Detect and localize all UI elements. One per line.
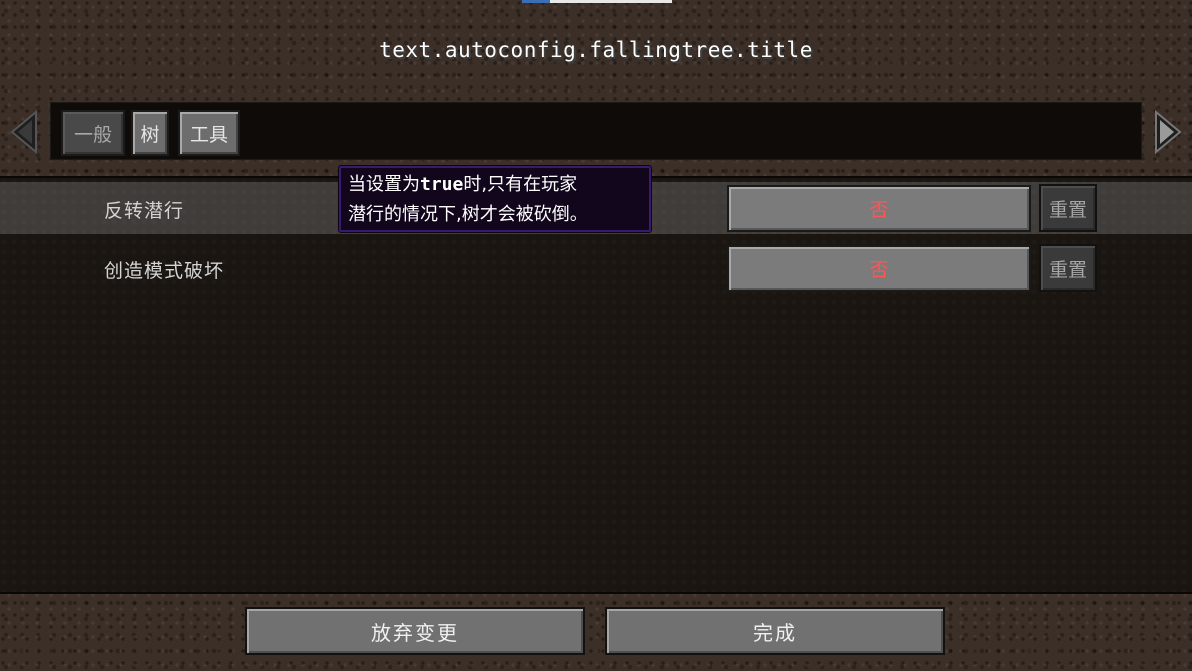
tab-label: 工具 xyxy=(189,123,228,146)
tab-next-arrow-icon[interactable] xyxy=(1152,108,1184,156)
tab-label: 一般 xyxy=(73,123,112,146)
button-label: 放弃变更 xyxy=(371,620,459,645)
page-title: text.autoconfig.fallingtree.title xyxy=(379,38,813,62)
toggle-value: 否 xyxy=(869,259,889,281)
invert-sneak-reset-button[interactable]: 重置 xyxy=(1039,184,1097,232)
tooltip-line-1: 当设置为true时,只有在玩家 xyxy=(348,174,578,195)
tab-tree[interactable]: 树 xyxy=(131,110,169,156)
toggle-value: 否 xyxy=(869,199,889,221)
options-list[interactable] xyxy=(0,176,1192,594)
top-scroll-indicator xyxy=(522,0,672,3)
tooltip-line-2: 潜行的情况下,树才会被砍倒。 xyxy=(348,204,588,225)
invert-sneak-toggle-button[interactable]: 否 xyxy=(727,185,1031,232)
tab-label: 树 xyxy=(140,123,160,146)
button-label: 完成 xyxy=(753,620,797,645)
tab-general[interactable]: 一般 xyxy=(61,110,125,156)
creative-break-reset-button[interactable]: 重置 xyxy=(1039,244,1097,292)
reset-label: 重置 xyxy=(1048,198,1087,221)
option-tooltip: 当设置为true时,只有在玩家 潜行的情况下,树才会被砍倒。 xyxy=(338,165,652,233)
creative-break-toggle-button[interactable]: 否 xyxy=(727,245,1031,292)
tab-prev-arrow-icon[interactable] xyxy=(8,108,40,156)
tab-tools[interactable]: 工具 xyxy=(178,110,240,156)
option-label-invert-sneak: 反转潜行 xyxy=(104,200,185,222)
option-label-creative-break: 创造模式破坏 xyxy=(104,260,225,282)
done-button[interactable]: 完成 xyxy=(605,607,945,655)
category-tab-strip: 一般 树 工具 xyxy=(50,102,1142,160)
discard-changes-button[interactable]: 放弃变更 xyxy=(245,607,585,655)
reset-label: 重置 xyxy=(1048,258,1087,281)
